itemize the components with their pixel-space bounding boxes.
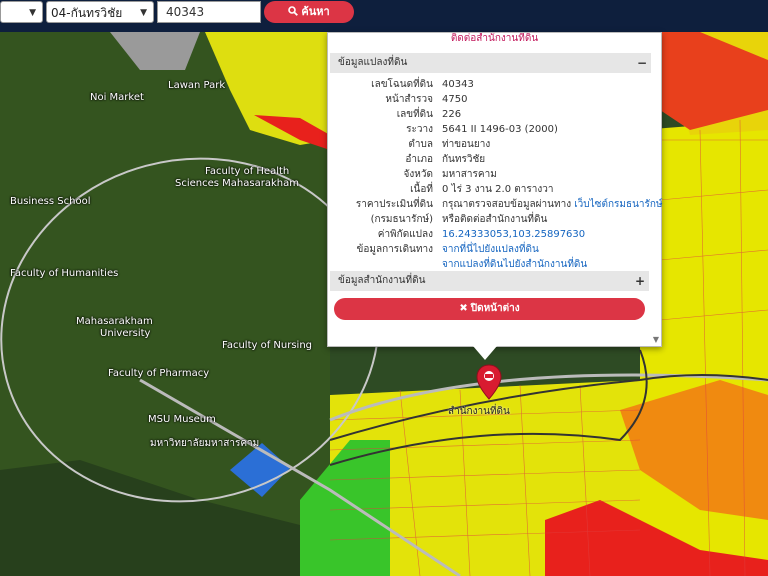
magnifier-icon <box>288 6 299 16</box>
info-label: (กรมธนารักษ์) <box>370 214 433 225</box>
province-select[interactable]: ▼ <box>0 1 43 23</box>
info-value: 226 <box>442 109 462 120</box>
info-value: มหาสารคาม <box>442 169 497 180</box>
info-label: ค่าพิกัดแปลง <box>377 229 433 240</box>
office-info-section-header[interactable]: ข้อมูลสำนักงานที่ดิน + <box>330 271 649 291</box>
parcel-info-popup: ติดต่อสำนักงานที่ดิน ข้อมูลแปลงที่ดิน − … <box>327 32 663 347</box>
x-icon: ✖ <box>459 303 468 314</box>
info-label: เลขที่ดิน <box>396 109 433 120</box>
deed-number-input[interactable]: 40343 <box>157 1 261 23</box>
coordinate-link[interactable]: 16.24333053,103.25897630 <box>442 227 585 242</box>
search-button[interactable]: ค้นหา <box>264 1 354 23</box>
info-label: ระวาง <box>406 124 433 135</box>
contact-office-link[interactable]: ติดต่อสำนักงานที่ดิน <box>451 33 538 44</box>
search-button-label: ค้นหา <box>301 5 330 18</box>
map-label-noi-market: Noi Market <box>90 92 144 103</box>
info-row-deed: เลขโฉนดที่ดิน 40343 <box>328 77 661 92</box>
chevron-down-icon: ▼ <box>140 8 147 18</box>
info-row-travel: ข้อมูลการเดินทาง จากที่นี่ไปยังแปลงที่ดิน <box>328 242 661 257</box>
parcel-info-rows: เลขโฉนดที่ดิน 40343 หน้าสำรวจ 4750 เลขที่ด… <box>328 73 663 272</box>
info-value: กรุณาตรวจสอบข้อมูลผ่านทาง เว็บไซต์กรมธนา… <box>442 197 663 212</box>
info-label: อำเภอ <box>405 154 433 165</box>
map-label-pharmacy: Faculty of Pharmacy <box>108 368 210 379</box>
parcel-info-section-title: ข้อมูลแปลงที่ดิน <box>338 57 408 68</box>
map-label-business-school: Business School <box>10 196 91 207</box>
info-value: 40343 <box>442 79 474 90</box>
district-select-value: 04-กันทรวิชัย <box>51 6 123 20</box>
parcel-info-section-header[interactable]: ข้อมูลแปลงที่ดิน − <box>330 53 651 73</box>
info-row-area: เนื้อที่ 0 ไร่ 3 งาน 2.0 ตารางวา <box>328 182 661 197</box>
map-pin-icon[interactable] <box>476 364 502 400</box>
map-label-faculty-health: Faculty of Health <box>205 166 290 177</box>
info-value: กันทรวิชัย <box>442 154 486 165</box>
close-window-label: ปิดหน้าต่าง <box>470 303 520 314</box>
map-label-thai-university: มหาวิทยาลัยมหาสารคาม <box>150 438 260 449</box>
info-row-land-number: เลขที่ดิน 226 <box>328 107 661 122</box>
map-label-mahasarakham: Mahasarakham <box>76 316 153 327</box>
info-label: เนื้อที่ <box>410 184 433 195</box>
map-label-university: University <box>100 328 151 339</box>
info-row-travel2: จากแปลงที่ดินไปยังสำนักงานที่ดิน <box>328 257 661 272</box>
info-value: 5641 II 1496-03 (2000) <box>442 124 558 135</box>
info-label: ตำบล <box>408 139 433 150</box>
info-value: ท่าขอนยาง <box>442 139 491 150</box>
info-label: หน้าสำรวจ <box>385 94 433 105</box>
info-label: ราคาประเมินที่ดิน <box>355 199 433 210</box>
popup-pointer <box>473 346 497 360</box>
chevron-down-icon: ▼ <box>29 8 36 18</box>
info-label: จังหวัด <box>403 169 433 180</box>
info-row-sheet: ระวาง 5641 II 1496-03 (2000) <box>328 122 661 137</box>
route-to-office-link[interactable]: จากแปลงที่ดินไปยังสำนักงานที่ดิน <box>442 257 587 272</box>
info-label: เลขโฉนดที่ดิน <box>371 79 433 90</box>
route-to-parcel-link[interactable]: จากที่นี่ไปยังแปลงที่ดิน <box>442 242 539 257</box>
map-label-humanities: Faculty of Humanities <box>10 268 119 279</box>
map-label-office-point: สำนักงานที่ดิน <box>448 406 510 417</box>
top-toolbar: ▼ 04-กันทรวิชัย ▼ 40343 ค้นหา <box>0 0 768 32</box>
office-info-section-title: ข้อมูลสำนักงานที่ดิน <box>338 275 426 286</box>
map-label-sciences: Sciences Mahasarakham <box>175 178 299 189</box>
treasury-website-link[interactable]: เว็บไซต์กรมธนารักษ์ <box>574 199 662 210</box>
map-label-nursing: Faculty of Nursing <box>222 340 313 351</box>
scroll-down-icon[interactable]: ▼ <box>653 335 659 344</box>
district-select[interactable]: 04-กันทรวิชัย ▼ <box>46 1 154 23</box>
info-row-price2: (กรมธนารักษ์) หรือติดต่อสำนักงานที่ดิน <box>328 212 661 227</box>
info-label: ข้อมูลการเดินทาง <box>356 244 433 255</box>
map-label-msu-museum: MSU Museum <box>148 414 216 425</box>
info-value: หรือติดต่อสำนักงานที่ดิน <box>442 214 548 225</box>
info-row-price: ราคาประเมินที่ดิน กรุณาตรวจสอบข้อมูลผ่านท… <box>328 197 663 212</box>
info-row-subdistrict: ตำบล ท่าขอนยาง <box>328 137 661 152</box>
info-row-coord: ค่าพิกัดแปลง 16.24333053,103.25897630 <box>328 227 661 242</box>
expand-icon[interactable]: + <box>635 271 645 291</box>
info-row-district: อำเภอ กันทรวิชัย <box>328 152 661 167</box>
info-row-survey: หน้าสำรวจ 4750 <box>328 92 661 107</box>
info-row-province: จังหวัด มหาสารคาม <box>328 167 661 182</box>
close-window-button[interactable]: ✖ ปิดหน้าต่าง <box>334 298 645 320</box>
map-label-lawan: Lawan Park <box>168 80 226 91</box>
info-value: 4750 <box>442 94 468 105</box>
info-value: 0 ไร่ 3 งาน 2.0 ตารางวา <box>442 184 554 195</box>
collapse-icon[interactable]: − <box>637 53 647 73</box>
price-text: กรุณาตรวจสอบข้อมูลผ่านทาง <box>442 199 572 210</box>
